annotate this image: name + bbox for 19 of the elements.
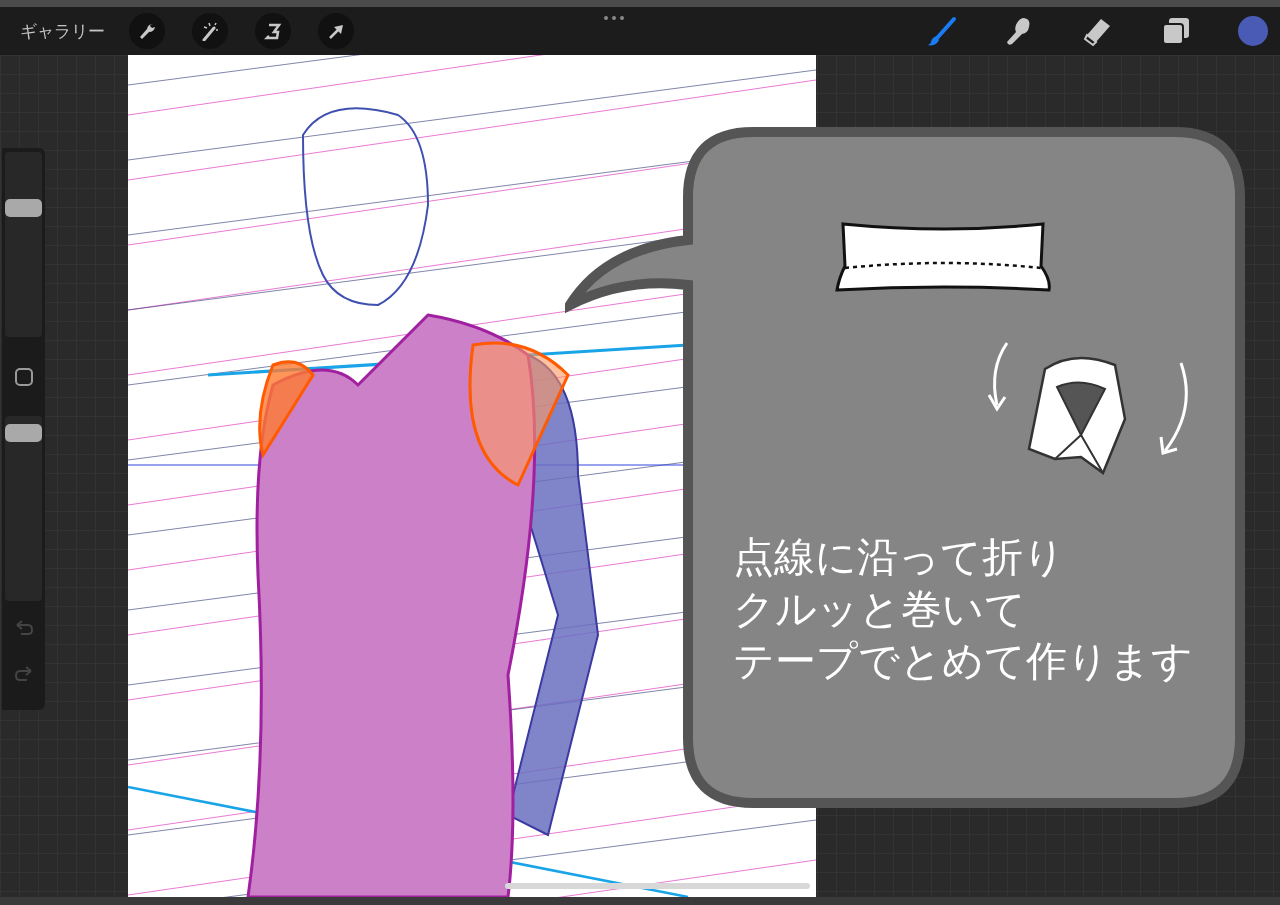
- more-dots-icon[interactable]: [603, 16, 624, 20]
- transform-button[interactable]: [318, 13, 354, 49]
- gallery-button[interactable]: ギャラリー: [20, 19, 105, 43]
- brush-tool-button[interactable]: [926, 15, 958, 47]
- selection-s-icon[interactable]: [263, 21, 283, 41]
- color-swatch[interactable]: [1238, 16, 1268, 46]
- instruction-text-line: 点線に沿って折り: [733, 532, 1066, 583]
- brush-size-slider[interactable]: [5, 152, 42, 337]
- instruction-text-line: テープでとめて作ります: [733, 636, 1194, 687]
- opacity-slider[interactable]: [5, 416, 42, 601]
- selection-button[interactable]: [255, 13, 291, 49]
- slider-thumb[interactable]: [5, 424, 42, 443]
- instruction-text-line: クルッと巻いて: [733, 584, 1027, 635]
- magic-wand-icon[interactable]: [200, 21, 220, 41]
- actions-button[interactable]: [129, 13, 165, 49]
- wrench-icon[interactable]: [137, 21, 157, 41]
- slider-thumb[interactable]: [5, 198, 42, 217]
- modify-button[interactable]: [14, 368, 33, 386]
- adjustments-button[interactable]: [192, 13, 228, 49]
